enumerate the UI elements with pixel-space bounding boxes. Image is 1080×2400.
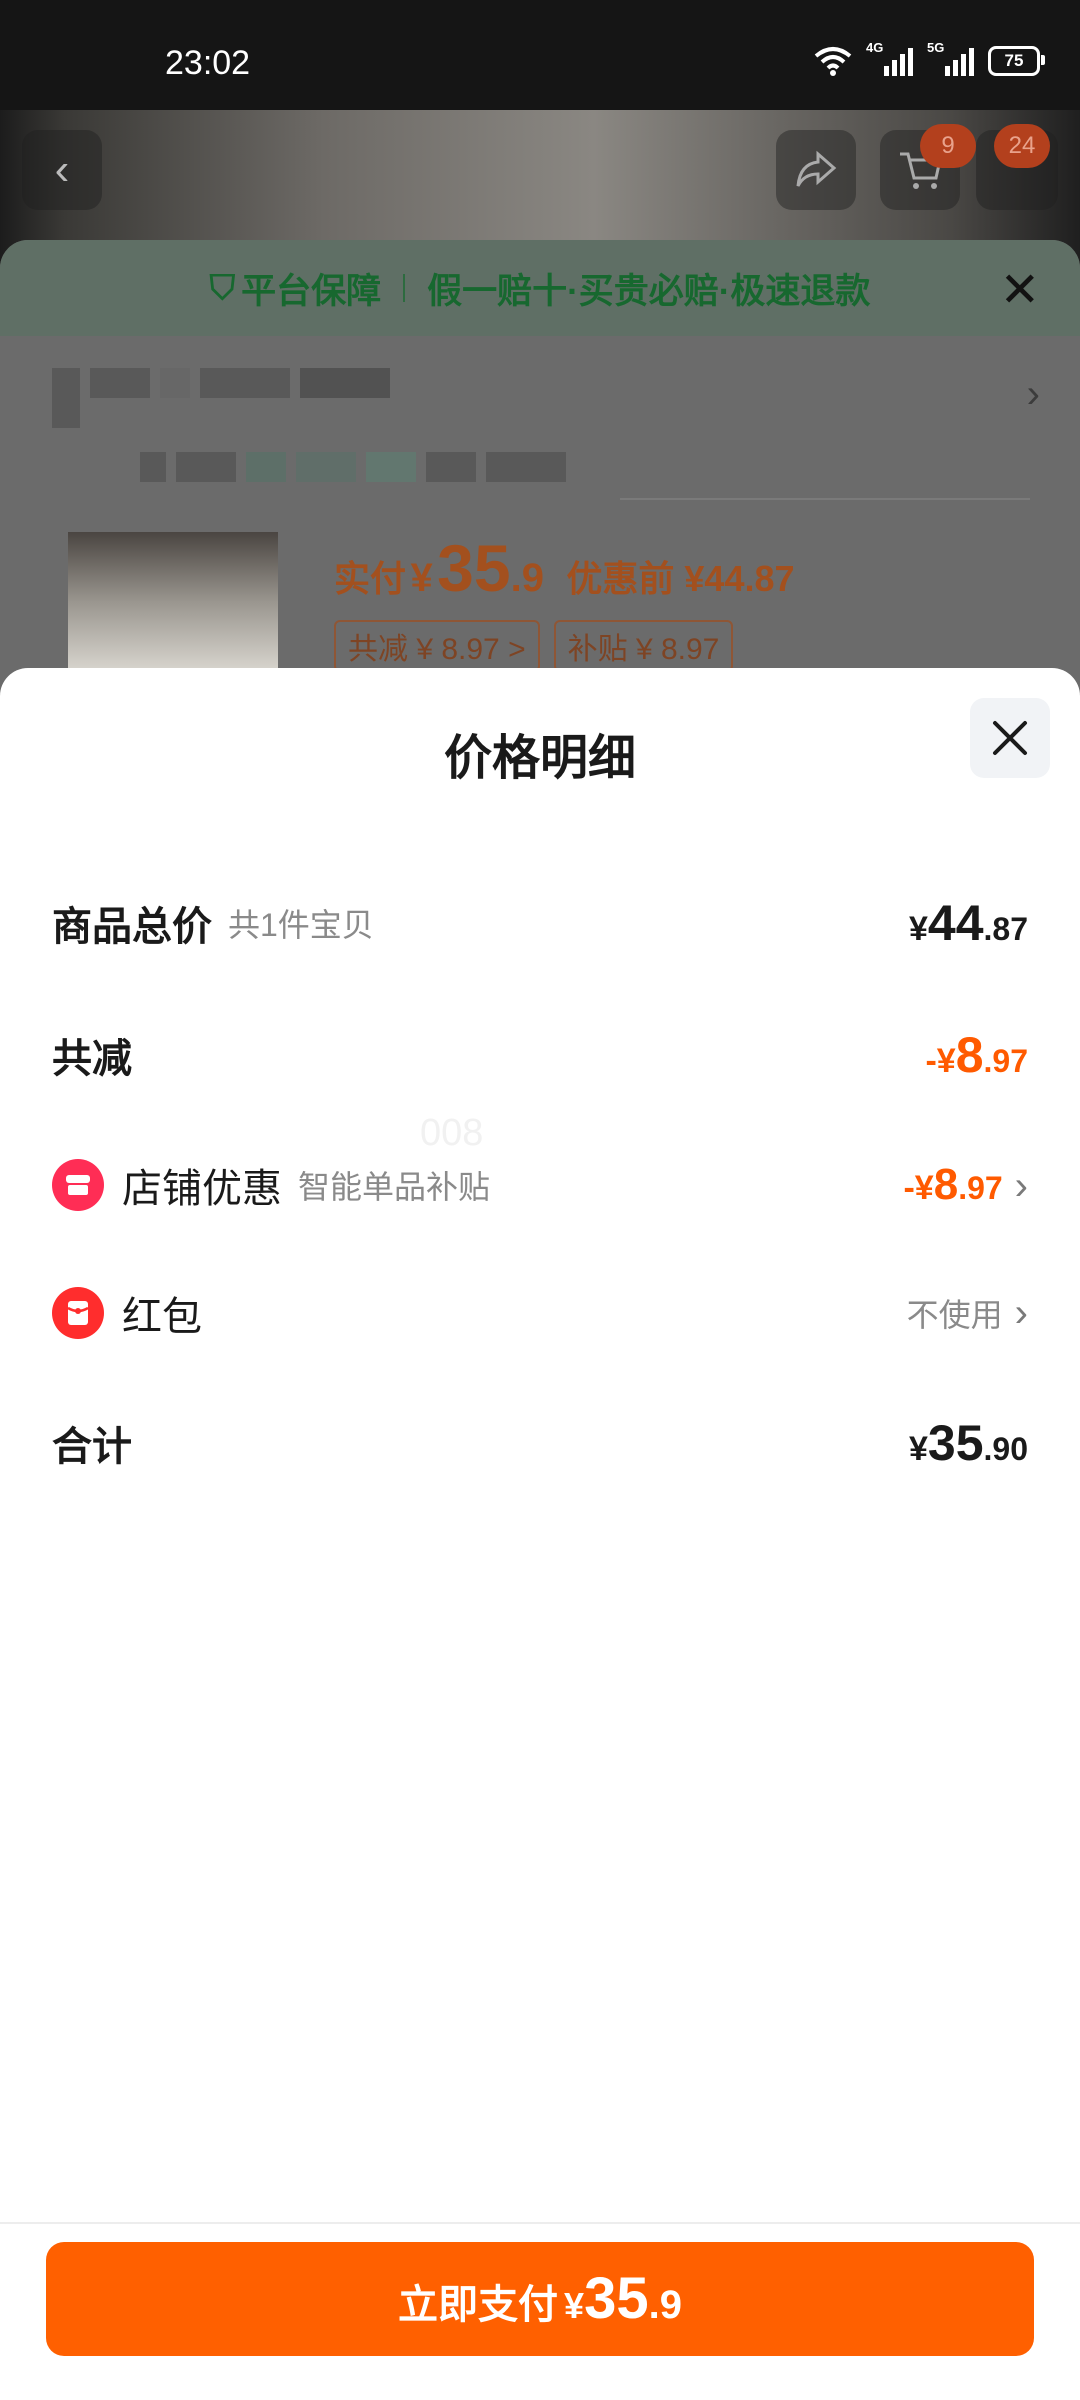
row-label: 商品总价	[52, 905, 212, 949]
amount-dec: .97	[983, 1043, 1028, 1079]
row-label: 共减	[52, 1037, 132, 1081]
pay-now-button[interactable]: 立即支付 ¥ 35 .9	[46, 2242, 1034, 2356]
chevron-right-icon: ›	[1014, 1164, 1028, 1208]
row-sub: 智能单品补贴	[298, 1169, 491, 1205]
order-confirm-sheet: ⛉ 平台保障 假一赔十·买贵必赔·极速退款 ✕ › 实付 ¥ 35.9 优惠前 …	[0, 240, 1080, 700]
paid-label: 实付	[334, 558, 407, 599]
paid-yen: ¥	[410, 556, 433, 600]
signal-4g-icon: 4G	[866, 40, 913, 76]
shield-check-icon: ⛉	[209, 268, 236, 307]
battery-level: 75	[1004, 51, 1024, 70]
status-icons: 4G 5G 75	[814, 40, 1045, 76]
yen-symbol: ¥	[908, 1430, 928, 1468]
wifi-icon	[814, 47, 852, 76]
row-shop-discount[interactable]: 店铺优惠 智能单品补贴 -¥ 8.97 ›	[52, 1150, 1028, 1220]
row-sum: 合计 ¥35.90	[52, 1408, 1028, 1478]
paid-dec: .9	[510, 556, 544, 600]
amount-dec: .87	[983, 911, 1028, 947]
row-label: 红包	[122, 1295, 202, 1339]
order-price: 实付 ¥ 35.9 优惠前 ¥44.87	[334, 530, 795, 606]
cart-badge: 9	[920, 124, 976, 168]
total-amount: ¥44.87	[909, 894, 1028, 952]
red-packet-icon	[52, 1287, 104, 1339]
chevron-right-icon: ›	[1014, 1290, 1028, 1335]
before-discount: 优惠前 ¥44.87	[566, 558, 795, 599]
guarantee-detail: 假一赔十·买贵必赔·极速退款	[427, 271, 871, 311]
yen-symbol: -¥	[903, 1169, 934, 1207]
message-badge: 24	[994, 124, 1050, 168]
amount-int: 44	[927, 895, 984, 951]
yen-symbol: ¥	[908, 910, 928, 948]
close-icon[interactable]: ✕	[1000, 262, 1040, 318]
tag-subsidy: 补贴 ¥ 8.97	[553, 620, 734, 672]
cart-button[interactable]: 9	[880, 124, 976, 210]
tag-reduce[interactable]: 共减 ¥ 8.97 >	[334, 620, 540, 672]
yen-symbol: -¥	[925, 1042, 956, 1080]
hongbao-value: 不使用 ›	[907, 1290, 1028, 1336]
shop-discount-amount: -¥ 8.97 ›	[903, 1160, 1028, 1210]
divider	[403, 274, 406, 302]
pay-int: 35	[584, 2266, 649, 2331]
signal-5g-icon: 5G	[927, 40, 974, 76]
sheet-title: 价格明细	[443, 732, 636, 785]
status-bar: 23:02 4G 5G 75	[0, 0, 1080, 110]
amount-dec: .97	[958, 1170, 1003, 1206]
back-button[interactable]: ‹	[22, 130, 102, 210]
product-thumbnail	[68, 532, 278, 672]
pay-label: 立即支付	[398, 2283, 559, 2327]
battery-icon: 75	[988, 46, 1045, 76]
close-icon	[993, 721, 1027, 755]
row-label: 合计	[52, 1425, 132, 1469]
price-detail-sheet: 价格明细 商品总价 共1件宝贝 ¥44.87 共减 -¥ 8.97 店铺优惠 智能…	[0, 668, 1080, 2400]
amount-dec: .90	[983, 1431, 1028, 1467]
row-sub: 共1件宝贝	[228, 907, 374, 943]
pay-dec: .9	[648, 2283, 682, 2327]
order-tags: 共减 ¥ 8.97 > 补贴 ¥ 8.97	[334, 620, 734, 672]
watermark: 008	[420, 1112, 484, 1154]
message-button[interactable]: 24	[976, 124, 1058, 210]
address-blurred	[52, 368, 390, 428]
close-button[interactable]	[970, 698, 1050, 778]
chevron-right-icon[interactable]: ›	[1027, 372, 1040, 417]
top-nav: ‹ 9 24	[0, 124, 1080, 210]
amount-int: 35	[927, 1415, 984, 1471]
share-icon	[796, 150, 837, 187]
sum-amount: ¥35.90	[909, 1414, 1028, 1472]
reduction-amount: -¥ 8.97	[925, 1026, 1028, 1084]
amount-int: 8	[955, 1027, 984, 1083]
chevron-left-icon: ‹	[54, 145, 70, 194]
network-5g-label: 5G	[927, 40, 945, 55]
row-hongbao[interactable]: 红包 不使用 ›	[52, 1278, 1028, 1348]
share-button[interactable]	[776, 130, 856, 210]
network-4g-label: 4G	[866, 40, 884, 55]
divider	[620, 498, 1030, 500]
status-time: 23:02	[165, 44, 251, 82]
footer-divider	[0, 2222, 1080, 2224]
shop-icon	[52, 1159, 104, 1211]
guarantee-main: 平台保障	[241, 271, 382, 311]
hongbao-status: 不使用	[906, 1297, 1003, 1333]
row-total-reduction: 共减 -¥ 8.97	[52, 1020, 1028, 1090]
paid-int: 35	[437, 531, 511, 605]
pay-yen: ¥	[564, 2285, 585, 2326]
row-label: 店铺优惠	[122, 1167, 282, 1211]
address-detail-blurred	[140, 452, 566, 482]
row-total-price: 商品总价 共1件宝贝 ¥44.87	[52, 888, 1028, 958]
amount-int: 8	[933, 1160, 959, 1209]
guarantee-bar: ⛉ 平台保障 假一赔十·买贵必赔·极速退款 ✕	[0, 240, 1080, 336]
